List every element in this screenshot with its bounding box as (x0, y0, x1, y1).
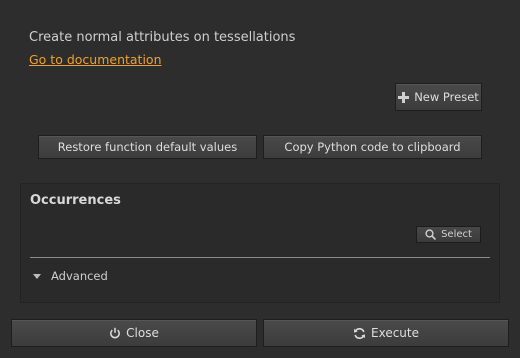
new-preset-label: New Preset (414, 90, 479, 104)
copy-python-button[interactable]: Copy Python code to clipboard (263, 135, 482, 159)
select-button[interactable]: Select (416, 226, 481, 243)
triangle-down-icon (33, 273, 41, 279)
occurrences-title: Occurrences (30, 193, 121, 208)
power-icon (109, 327, 121, 339)
copy-python-label: Copy Python code to clipboard (284, 140, 461, 154)
execute-label: Execute (371, 326, 419, 340)
restore-defaults-button[interactable]: Restore function default values (38, 135, 257, 159)
advanced-label: Advanced (51, 269, 108, 283)
close-label: Close (126, 326, 159, 340)
restore-defaults-label: Restore function default values (57, 140, 238, 154)
section-divider (30, 257, 490, 258)
function-description: Create normal attributes on tessellation… (29, 30, 296, 45)
search-icon (425, 229, 437, 240)
refresh-icon (353, 327, 366, 340)
close-button[interactable]: Close (11, 319, 257, 347)
advanced-toggle[interactable]: Advanced (33, 269, 108, 283)
plus-icon (398, 91, 410, 103)
new-preset-button[interactable]: New Preset (395, 83, 482, 111)
documentation-link[interactable]: Go to documentation (29, 52, 162, 67)
execute-button[interactable]: Execute (263, 319, 509, 347)
select-label: Select (441, 229, 472, 240)
